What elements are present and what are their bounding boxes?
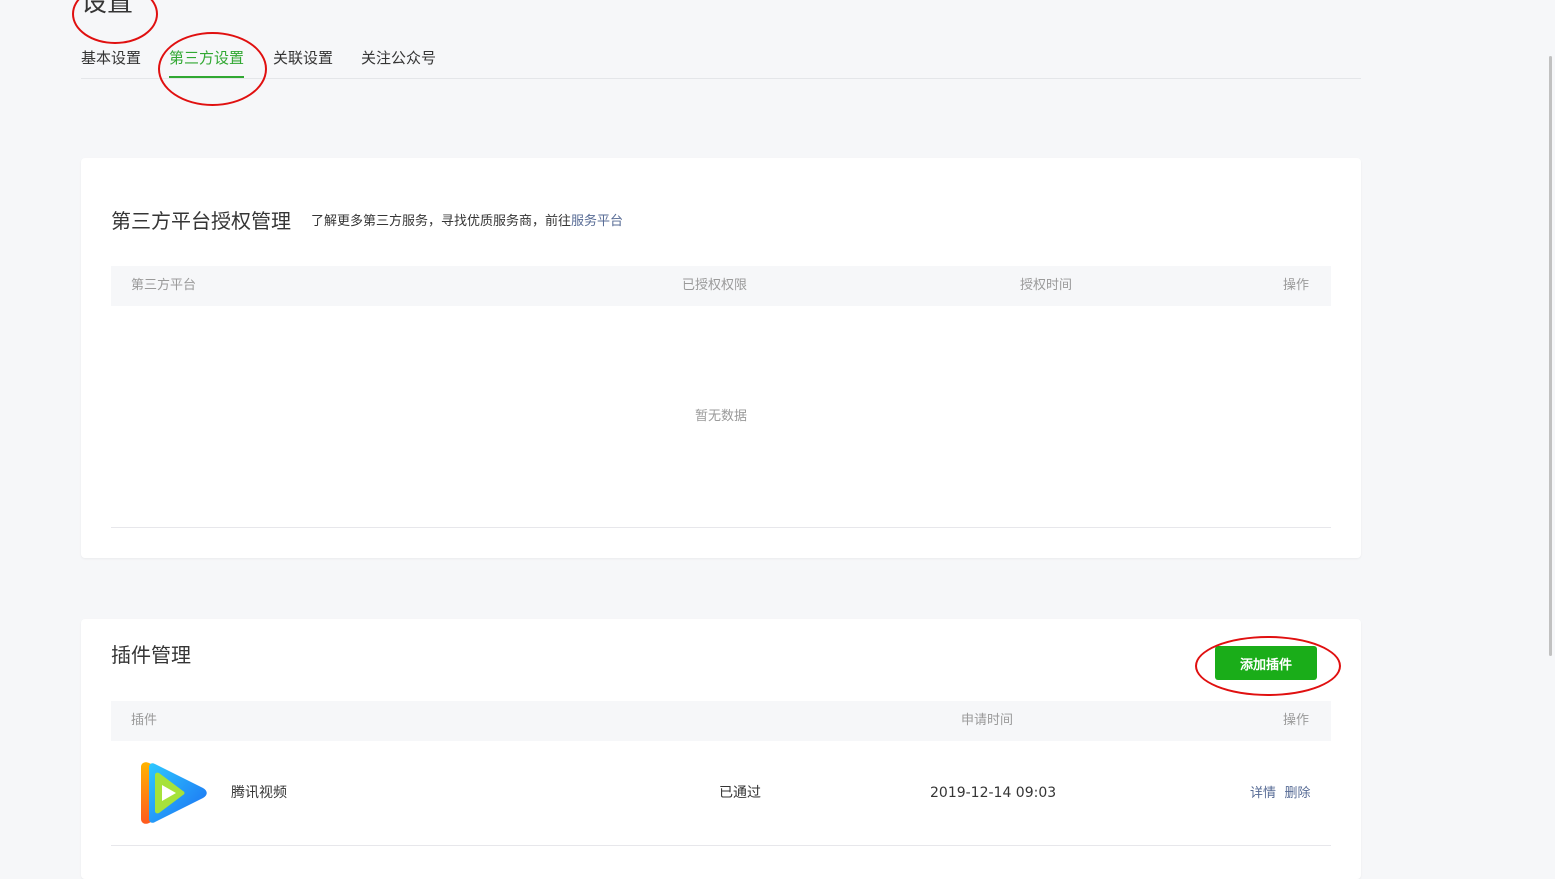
col-plugin-actions: 操作 [1283, 713, 1310, 728]
col-third-party-platform: 第三方平台 [131, 278, 197, 293]
service-platform-link[interactable]: 服务平台 [571, 214, 623, 229]
plugin-table-header: 插件 申请时间 操作 [111, 701, 1331, 741]
tencent-video-icon [141, 762, 207, 824]
settings-tabs: 基本设置 第三方设置 关联设置 关注公众号 [81, 40, 1361, 79]
plugin-status: 已通过 [719, 785, 761, 801]
third-party-auth-card: 第三方平台授权管理 了解更多第三方服务，寻找优质服务商，前往服务平台 第三方平台… [81, 158, 1361, 558]
auth-desc-text: 了解更多第三方服务，寻找优质服务商，前往 [311, 214, 572, 229]
plugin-section-title: 插件管理 [111, 643, 191, 667]
plugin-name: 腾讯视频 [231, 785, 287, 801]
col-apply-time: 申请时间 [961, 713, 1014, 728]
plugin-actions: 详情 删除 [1250, 783, 1310, 804]
empty-state-text: 暂无数据 [694, 409, 747, 424]
page-title: 设置 [81, 0, 134, 18]
plugin-delete-link[interactable]: 删除 [1284, 786, 1310, 801]
tab-follow-official-account[interactable]: 关注公众号 [361, 48, 436, 68]
col-auth-time: 授权时间 [1020, 278, 1073, 293]
auth-table-bottom-divider [111, 527, 1331, 528]
auth-table-header: 第三方平台 已授权权限 授权时间 操作 [111, 266, 1331, 306]
plugin-management-card: 插件管理 添加插件 插件 申请时间 操作 腾讯视频 已通过 2019-12-14… [81, 619, 1361, 879]
col-plugin: 插件 [131, 713, 158, 728]
page-scrollbar[interactable] [1547, 0, 1555, 854]
plugin-apply-time: 2019-12-14 09:03 [930, 785, 1057, 801]
col-granted-permissions: 已授权权限 [682, 278, 748, 293]
table-row: 腾讯视频 已通过 2019-12-14 09:03 详情 删除 [111, 741, 1331, 846]
auth-section-desc: 了解更多第三方服务，寻找优质服务商，前往服务平台 [311, 213, 623, 231]
scrollbar-thumb[interactable] [1549, 56, 1552, 656]
col-auth-actions: 操作 [1283, 278, 1310, 293]
tab-linked-settings[interactable]: 关联设置 [273, 48, 333, 68]
tab-third-party-settings[interactable]: 第三方设置 [169, 48, 245, 78]
tab-basic-settings[interactable]: 基本设置 [81, 48, 141, 68]
plugin-details-link[interactable]: 详情 [1250, 786, 1276, 801]
add-plugin-button[interactable]: 添加插件 [1215, 646, 1317, 680]
auth-section-title: 第三方平台授权管理 [111, 209, 291, 233]
